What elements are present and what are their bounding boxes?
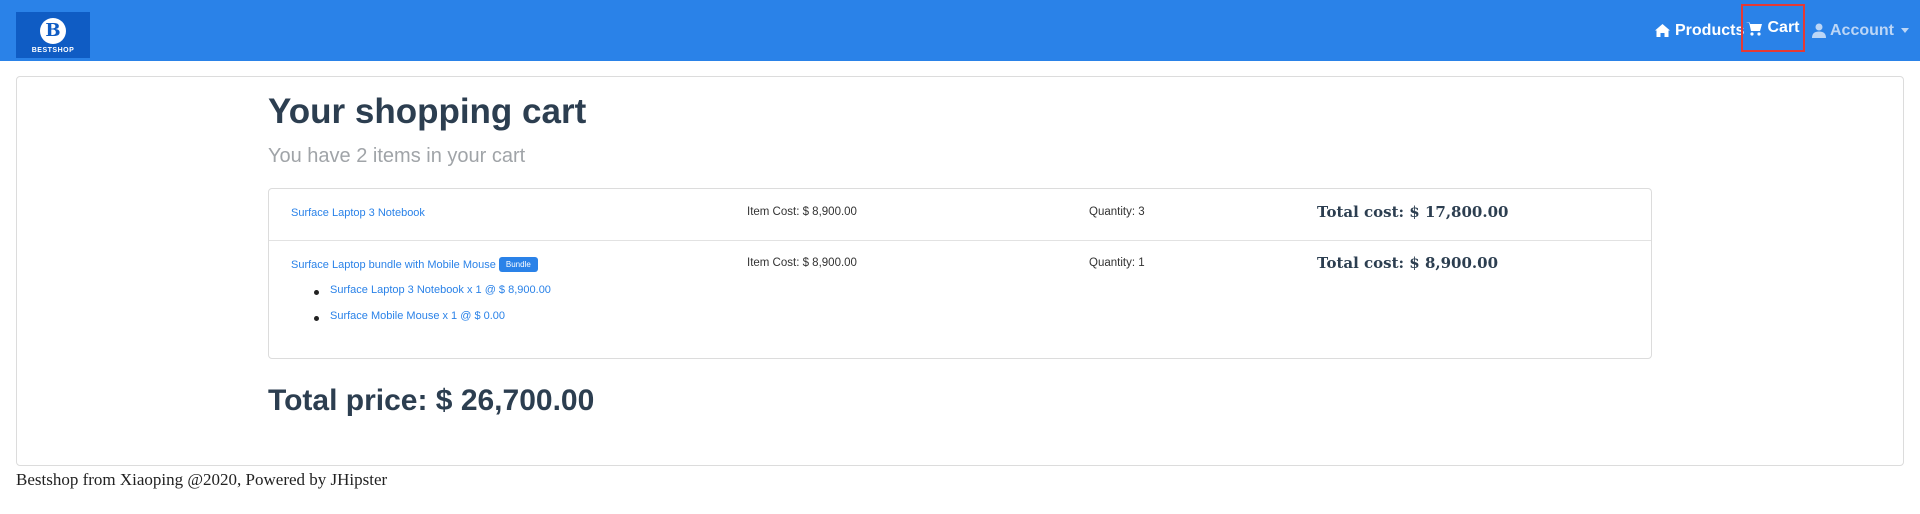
bundle-badge: Bundle (498, 257, 538, 272)
brand-logo[interactable]: B BESTSHOP (16, 12, 90, 58)
cart-item-2-name: Surface Laptop bundle with Mobile Mouse B… (291, 255, 538, 273)
cart-item-1-total: Total cost: $ 17,800.00 (1317, 203, 1509, 221)
cart-item-2-quantity: Quantity: 1 (1089, 257, 1145, 269)
nav-cart-link[interactable]: Cart (1741, 4, 1805, 52)
home-icon (1655, 24, 1670, 37)
chevron-down-icon (1901, 28, 1909, 33)
cart-item-1-cost: Item Cost: $ 8,900.00 (747, 206, 857, 218)
nav-cart-label: Cart (1767, 19, 1800, 36)
nav-products-label: Products (1675, 21, 1745, 39)
brand-logo-letter: B (40, 18, 66, 44)
footer-text: Bestshop from Xiaoping @2020, Powered by… (16, 470, 388, 489)
page-title: Your shopping cart (268, 92, 587, 131)
cart-item-1-quantity: Quantity: 3 (1089, 206, 1145, 218)
cart-items-list: Surface Laptop 3 Notebook Item Cost: $ 8… (268, 188, 1652, 359)
nav-products-link[interactable]: Products (1654, 0, 1744, 61)
brand-logo-text: BESTSHOP (31, 47, 75, 54)
cart-item-2-cost: Item Cost: $ 8,900.00 (747, 257, 857, 269)
cart-item-2-total: Total cost: $ 8,900.00 (1317, 254, 1499, 272)
navbar: B BESTSHOP Products Cart Account (0, 0, 1920, 61)
total-price: Total price: $ 26,700.00 (268, 384, 595, 417)
row-divider (269, 240, 1651, 241)
nav-account-label: Account (1830, 21, 1894, 39)
cart-item-2-link[interactable]: Surface Laptop bundle with Mobile Mouse (291, 259, 496, 271)
cart-icon (1746, 21, 1763, 36)
user-icon (1812, 23, 1826, 38)
bundle-subitem-2-link[interactable]: Surface Mobile Mouse x 1 @ $ 0.00 (330, 310, 505, 322)
page-subtitle: You have 2 items in your cart (268, 145, 526, 167)
nav-account-dropdown[interactable]: Account (1812, 0, 1909, 61)
bundle-subitem-1-link[interactable]: Surface Laptop 3 Notebook x 1 @ $ 8,900.… (330, 284, 551, 296)
bullet-icon (314, 316, 319, 321)
bullet-icon (314, 290, 319, 295)
cart-item-1-link[interactable]: Surface Laptop 3 Notebook (291, 207, 425, 219)
